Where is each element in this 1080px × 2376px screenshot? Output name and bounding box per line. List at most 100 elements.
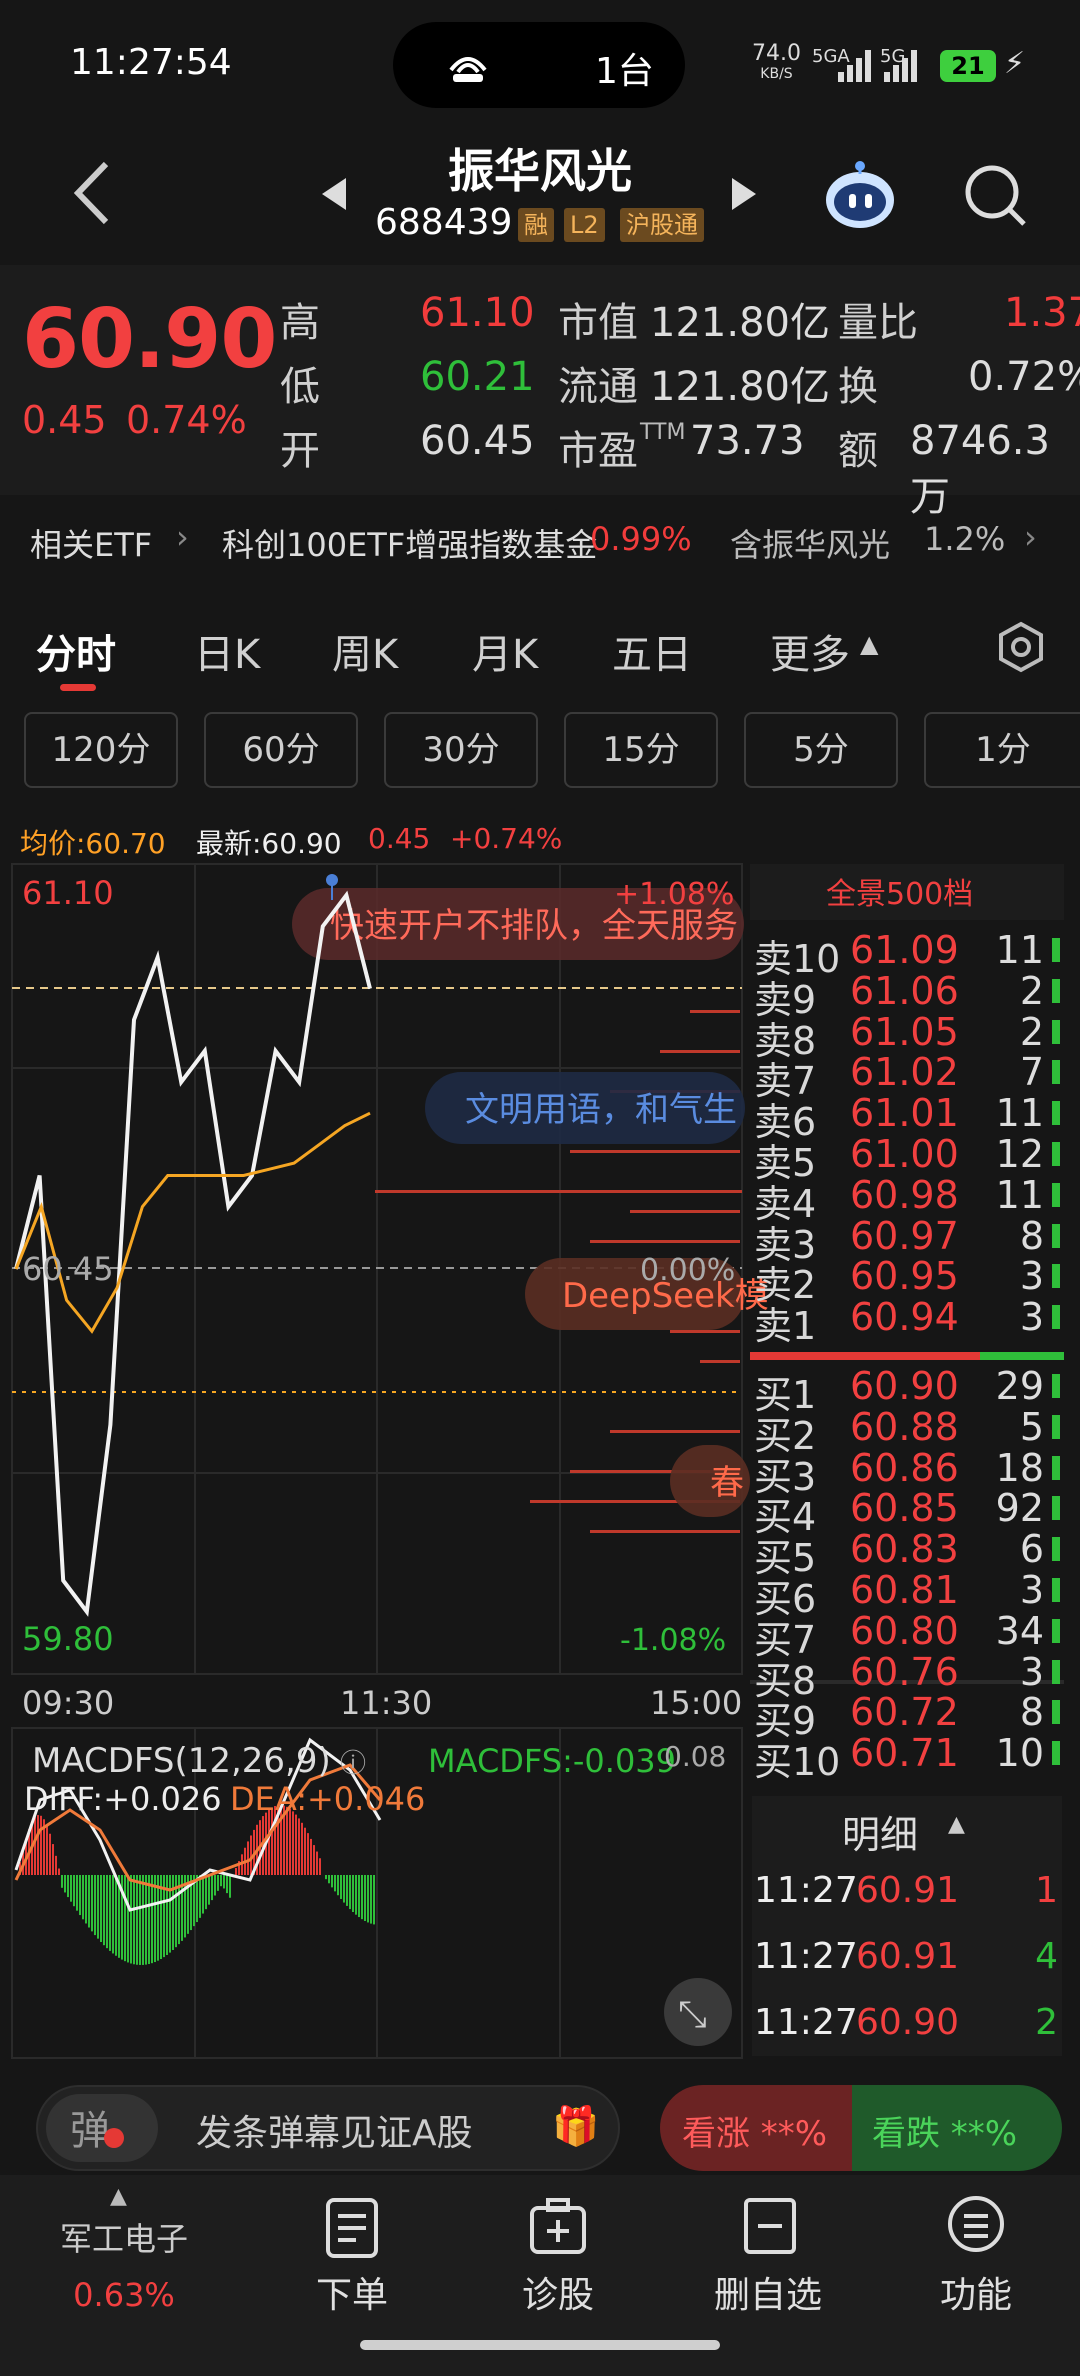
low-label: 低: [280, 364, 320, 410]
turn-label: 换: [838, 364, 878, 410]
macd-bar: [304, 1827, 306, 1875]
trade-detail-panel[interactable]: 明细 ▲ 11:27 60.91 1 11:27 60.91 4 11:27 60.90 2: [752, 1796, 1062, 2056]
macd-bar: [355, 1875, 357, 1915]
danmu-placeholder[interactable]: 发条弹幕见证A股: [196, 2104, 473, 2156]
macd-bar: [175, 1875, 177, 1948]
macd-title[interactable]: MACDFS(12,26,9): [32, 1741, 331, 1781]
tab-weekly-k[interactable]: 周K: [332, 622, 398, 680]
asks-row[interactable]: 卖4 60.98 11: [752, 1173, 1062, 1226]
gift-icon[interactable]: 🎁: [552, 2104, 599, 2149]
macd-bar: [316, 1851, 318, 1875]
macd-bar: [364, 1875, 366, 1921]
chevron-right-icon[interactable]: ›: [1024, 518, 1037, 556]
pe-ttm: TTM: [640, 420, 686, 445]
asks-row[interactable]: 卖1 60.94 3: [752, 1295, 1062, 1348]
macd-bar: [103, 1875, 105, 1946]
macd-bar: [235, 1868, 237, 1875]
turn-value: 0.72%: [968, 354, 1080, 400]
asks-row[interactable]: 卖10 61.09 11: [752, 928, 1062, 981]
macd-bar: [373, 1875, 375, 1925]
bids-row[interactable]: 买9 60.72 8: [752, 1690, 1062, 1743]
asks-row[interactable]: 卖2 60.95 3: [752, 1254, 1062, 1307]
tab-remove-watchlist[interactable]: 删自选: [688, 2266, 848, 2318]
kline-120m-button[interactable]: 120分: [24, 712, 178, 788]
macd-bar: [67, 1875, 69, 1898]
macd-bar: [352, 1875, 354, 1913]
tab-intraday[interactable]: 分时: [36, 622, 116, 680]
price-change-pct: 0.74%: [126, 398, 247, 442]
home-indicator[interactable]: [360, 2340, 720, 2350]
tab-more[interactable]: 更多: [770, 622, 850, 680]
cast-icon: [449, 57, 487, 82]
bids-row[interactable]: 买6 60.81 3: [752, 1568, 1062, 1621]
settings-icon[interactable]: [994, 620, 1048, 674]
macd-bar: [220, 1875, 222, 1887]
kline-15m-button[interactable]: 15分: [564, 712, 718, 788]
macd-bar: [136, 1875, 138, 1965]
amount-label: 额: [838, 428, 878, 474]
bids-row[interactable]: 买5 60.83 6: [752, 1527, 1062, 1580]
bids-row[interactable]: 买10 60.71 10: [752, 1731, 1062, 1784]
bids-row[interactable]: 买8 60.76 3: [752, 1650, 1062, 1703]
bids-row[interactable]: 买3 60.86 18: [752, 1446, 1062, 1499]
open-label: 开: [280, 428, 320, 474]
kline-60m-button[interactable]: 60分: [204, 712, 358, 788]
asks-row[interactable]: 卖3 60.97 8: [752, 1214, 1062, 1267]
macd-bar: [295, 1814, 297, 1875]
remove-watchlist-icon: [744, 2198, 796, 2254]
diagnose-icon: [530, 2198, 586, 2254]
avg-price: 均价:60.70: [20, 827, 166, 860]
tab-order[interactable]: 下单: [272, 2266, 432, 2318]
bids-row[interactable]: 买2 60.88 5: [752, 1405, 1062, 1458]
macd-bar: [109, 1875, 111, 1951]
battery-indicator: 21: [940, 50, 996, 82]
kline-1m-button[interactable]: 1分: [924, 712, 1080, 788]
macd-bar: [289, 1808, 291, 1875]
latest-change: 0.45: [368, 822, 431, 855]
macd-bar: [91, 1875, 93, 1932]
orderbook-title[interactable]: 全景500档: [826, 877, 973, 912]
macd-bar: [292, 1811, 294, 1875]
macd-bar: [346, 1875, 348, 1906]
tab-daily-k[interactable]: 日K: [194, 622, 260, 680]
macd-bar: [268, 1809, 270, 1875]
menu-icon: [948, 2196, 1004, 2252]
tab-monthly-k[interactable]: 月K: [472, 622, 538, 680]
etf-pct: 0.99%: [590, 520, 692, 558]
expand-icon: ⤡: [678, 1994, 707, 2035]
asks-row[interactable]: 卖7 61.02 7: [752, 1050, 1062, 1103]
kline-30m-button[interactable]: 30分: [384, 712, 538, 788]
kline-5m-button[interactable]: 5分: [744, 712, 898, 788]
macd-bar: [166, 1875, 168, 1955]
check-badge-icon: [104, 2128, 124, 2148]
asks-row[interactable]: 卖8 61.05 2: [752, 1010, 1062, 1063]
bids-row[interactable]: 买4 60.85 92: [752, 1486, 1062, 1539]
macd-bar: [340, 1875, 342, 1899]
dea-value: DEA:+0.046: [230, 1780, 425, 1818]
macd-bar: [142, 1875, 144, 1965]
sector-name[interactable]: 军工电子: [44, 2214, 204, 2260]
macd-bar: [85, 1875, 87, 1924]
macd-bar: [145, 1875, 147, 1965]
asks-row[interactable]: 卖9 61.06 2: [752, 969, 1062, 1022]
tab-diagnose[interactable]: 诊股: [478, 2266, 638, 2318]
macd-bar: [325, 1875, 327, 1880]
macd-bar: [46, 1825, 48, 1875]
macd-bar: [328, 1875, 330, 1884]
macd-bar: [58, 1868, 60, 1875]
bids-row[interactable]: 买1 60.90 29: [752, 1364, 1062, 1417]
help-icon[interactable]: ⓘ: [340, 1749, 366, 1779]
asks-row[interactable]: 卖5 61.00 12: [752, 1132, 1062, 1185]
macd-bar: [100, 1875, 102, 1943]
bids-row[interactable]: 买7 60.80 34: [752, 1609, 1062, 1662]
macd-bar: [154, 1875, 156, 1963]
macdfs-value: MACDFS:-0.039: [428, 1742, 676, 1780]
etf-name[interactable]: 科创100ETF增强指数基金: [222, 520, 597, 566]
tab-functions[interactable]: 功能: [896, 2266, 1056, 2318]
x-axis-label-noon: 11:30: [340, 1684, 432, 1722]
asks-row[interactable]: 卖6 61.01 11: [752, 1091, 1062, 1144]
macd-axis-top: 0.08: [664, 1740, 726, 1773]
y-axis-mid: 60.45: [22, 1250, 114, 1288]
tab-five-day[interactable]: 五日: [612, 622, 692, 680]
macd-bar: [199, 1875, 201, 1918]
